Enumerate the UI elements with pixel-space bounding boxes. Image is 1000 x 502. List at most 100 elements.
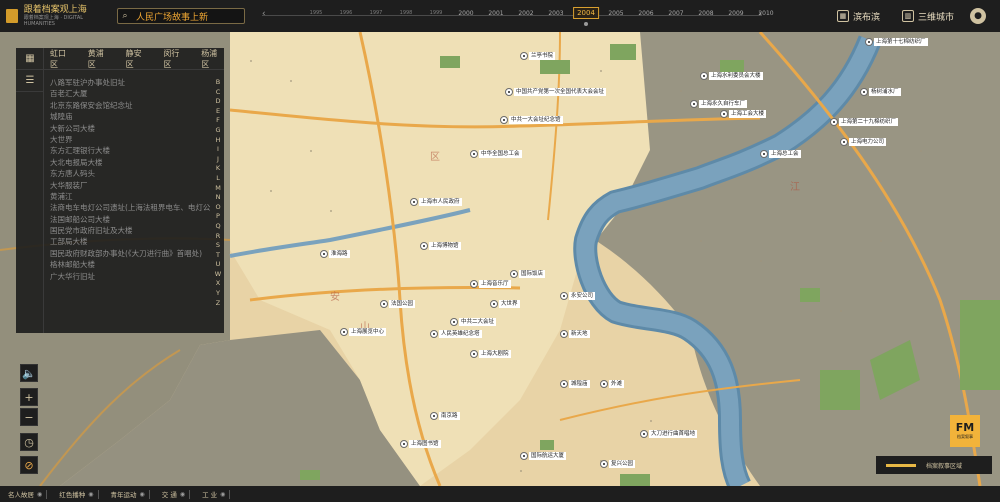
grid-view-icon[interactable]: ▦ <box>16 48 44 70</box>
category-toggle[interactable]: 名人故居 ◉ <box>8 489 48 499</box>
alphabet-letter[interactable]: P <box>214 212 222 222</box>
map-poi-marker[interactable]: 上海图书馆 <box>400 440 441 448</box>
category-toggle[interactable]: 交 通 ◉ <box>162 489 191 499</box>
app-logo[interactable]: 跟着档案观上海 跟着档案观上海 · DIGITAL HUMANITIES <box>6 5 114 27</box>
map-poi-marker[interactable]: 国际航运大厦 <box>520 452 567 460</box>
alphabet-letter[interactable]: F <box>214 116 222 126</box>
alphabet-letter[interactable]: H <box>214 136 222 146</box>
zoom-in-button[interactable]: + <box>20 388 38 406</box>
timeline-year[interactable]: 1998 <box>400 10 413 16</box>
map-poi-marker[interactable]: 上海博物馆 <box>420 242 461 250</box>
map-poi-marker[interactable]: 上海第二十九棉纺织厂 <box>830 118 899 126</box>
tab-district-3[interactable]: 闵行区 <box>163 48 186 70</box>
alphabet-letter[interactable]: E <box>214 107 222 117</box>
map-poi-marker[interactable]: 上海展览中心 <box>340 328 387 336</box>
timeline-year[interactable]: 1995 <box>310 10 323 16</box>
compass-icon[interactable]: ⊘ <box>20 456 38 474</box>
river-view-button[interactable]: ▦ 滨布滨 <box>836 10 880 23</box>
map-poi-marker[interactable]: 法国公园 <box>380 300 416 308</box>
tab-district-1[interactable]: 黄浦区 <box>88 48 111 70</box>
timeline-year[interactable]: 2005 <box>608 10 623 17</box>
timeline-year[interactable]: 2009 <box>728 10 743 17</box>
list-item[interactable]: 广大华行旧址 <box>50 271 210 282</box>
category-toggle[interactable]: 工 业 ◉ <box>202 489 231 499</box>
list-item[interactable]: 大新公司大楼 <box>50 123 210 134</box>
alphabet-letter[interactable]: N <box>214 193 222 203</box>
alphabet-letter[interactable]: C <box>214 88 222 98</box>
eye-icon[interactable]: ◉ <box>37 491 42 498</box>
map-poi-marker[interactable]: 上海水利委员会大楼 <box>700 72 763 80</box>
search-input[interactable]: 人民广场故事上新 <box>136 10 208 23</box>
timeline-year[interactable]: 2001 <box>488 10 503 17</box>
list-item[interactable]: 工部局大楼 <box>50 236 210 247</box>
alphabet-letter[interactable]: B <box>214 78 222 88</box>
list-item[interactable]: 法商电车电灯公司遗址(上海法租界电车、电灯公司工人罢工斗争地遗址) <box>50 202 210 213</box>
alphabet-letter[interactable]: G <box>214 126 222 136</box>
tab-district-4[interactable]: 杨浦区 <box>201 48 224 70</box>
timeline-year[interactable]: 1999 <box>430 10 443 16</box>
map-poi-marker[interactable]: 兰亭书院 <box>520 52 556 60</box>
menu-icon[interactable]: ☰ <box>16 70 44 92</box>
alphabet-letter[interactable]: U <box>214 260 222 270</box>
timeline-next-icon[interactable]: › <box>758 9 762 19</box>
list-item[interactable]: 东方唐人码头 <box>50 168 210 179</box>
alphabet-letter[interactable]: Y <box>214 289 222 299</box>
eye-icon[interactable]: ◉ <box>88 491 93 498</box>
timeline-year[interactable]: 1996 <box>340 10 353 16</box>
alphabet-letter[interactable]: W <box>214 270 222 280</box>
list-item[interactable]: 大华服装厂 <box>50 180 210 191</box>
list-item[interactable]: 法国邮船公司大楼 <box>50 214 210 225</box>
alphabet-letter[interactable]: D <box>214 97 222 107</box>
alphabet-letter[interactable]: L <box>214 174 222 184</box>
sound-icon[interactable]: 🔈 <box>20 364 38 382</box>
map-poi-marker[interactable]: 中共二大会址 <box>450 318 497 326</box>
map-poi-marker[interactable]: 国际饭店 <box>510 270 546 278</box>
list-item[interactable]: 八路军驻沪办事处旧址 <box>50 77 210 88</box>
alphabet-letter[interactable]: R <box>214 232 222 242</box>
map-poi-marker[interactable]: 南京路 <box>430 412 460 420</box>
alphabet-letter[interactable]: T <box>214 251 222 261</box>
3d-city-button[interactable]: ▥ 三维城市 <box>901 10 954 23</box>
timeline-year[interactable]: 1997 <box>370 10 383 16</box>
map-poi-marker[interactable]: 上海大剧院 <box>470 350 511 358</box>
search-icon[interactable]: ⌕ <box>118 9 132 23</box>
timeline-year[interactable]: 2000 <box>458 10 473 17</box>
user-icon[interactable]: ● <box>970 8 986 24</box>
map-poi-marker[interactable]: 复兴公园 <box>600 460 636 468</box>
alphabet-letter[interactable]: Z <box>214 299 222 309</box>
map-poi-marker[interactable]: 上海第十七棉纺织厂 <box>865 38 928 46</box>
alphabet-letter[interactable]: O <box>214 203 222 213</box>
list-item[interactable]: 国民政府财政部办事处(《大刀进行曲》首唱处) <box>50 248 210 259</box>
map-poi-marker[interactable]: 上海市人民政府 <box>410 198 462 206</box>
map-poi-marker[interactable]: 中华全国总工会 <box>470 150 522 158</box>
eye-icon[interactable]: ◉ <box>140 491 145 498</box>
map-poi-marker[interactable]: 中国共产党第一次全国代表大会会址 <box>505 88 607 96</box>
list-item[interactable]: 大世界 <box>50 134 210 145</box>
map-poi-marker[interactable]: 淮海路 <box>320 250 350 258</box>
timeline-year[interactable]: 2006 <box>638 10 653 17</box>
eye-icon[interactable]: ◉ <box>180 491 185 498</box>
list-item[interactable]: 黄浦江 <box>50 191 210 202</box>
map-poi-marker[interactable]: 上海音乐厅 <box>470 280 511 288</box>
list-item[interactable]: 北京东路保安会馆纪念址 <box>50 100 210 111</box>
list-item[interactable]: 百老汇大厦 <box>50 88 210 99</box>
map-poi-marker[interactable]: 外滩 <box>600 380 625 388</box>
tab-district-2[interactable]: 静安区 <box>126 48 149 70</box>
list-item[interactable]: 国民党市政府旧址及大楼 <box>50 225 210 236</box>
category-toggle[interactable]: 青年运动 ◉ <box>111 489 150 499</box>
map-poi-marker[interactable]: 杨树浦水厂 <box>860 88 901 96</box>
clock-icon[interactable]: ◷ <box>20 433 38 451</box>
fm-brand-badge[interactable]: FM 档案叙事 <box>950 415 980 447</box>
timeline-year[interactable]: 2008 <box>698 10 713 17</box>
alphabet-letter[interactable]: K <box>214 164 222 174</box>
map-poi-marker[interactable]: 大刀进行曲首唱地 <box>640 430 698 438</box>
list-item[interactable]: 城隍庙 <box>50 111 210 122</box>
list-item[interactable]: 格林邮船大楼 <box>50 259 210 270</box>
alphabet-letter[interactable]: Q <box>214 222 222 232</box>
timeline-year[interactable]: 2003 <box>548 10 563 17</box>
map-poi-marker[interactable]: 人民英雄纪念塔 <box>430 330 482 338</box>
eye-icon[interactable]: ◉ <box>220 491 225 498</box>
map-poi-marker[interactable]: 永安公司 <box>560 292 596 300</box>
timeline-year[interactable]: 2007 <box>668 10 683 17</box>
timeline-year[interactable]: 2002 <box>518 10 533 17</box>
